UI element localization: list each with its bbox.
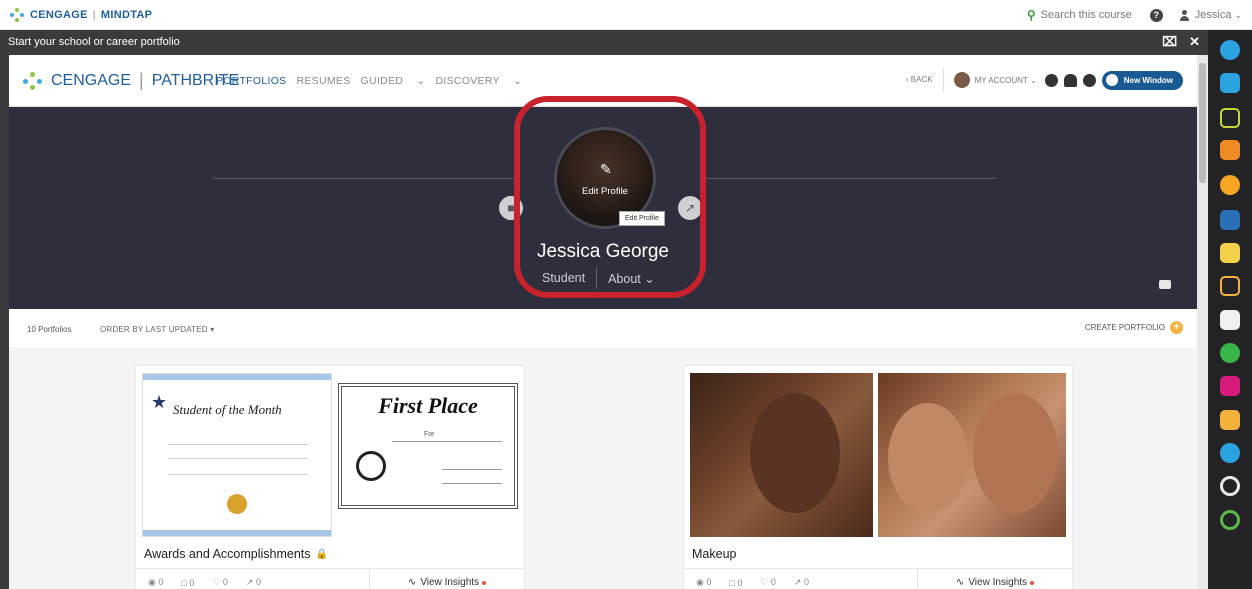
certificate-title: Student of the Month [173, 402, 282, 417]
comments-icon: □ 0 [181, 577, 195, 588]
camera-icon[interactable] [1159, 280, 1171, 289]
new-window-button[interactable]: New Window [1101, 70, 1183, 90]
notification-dot [1030, 580, 1035, 585]
medal-icon [227, 494, 247, 514]
search-placeholder: Search this course [1040, 9, 1132, 21]
user-menu[interactable]: Jessica ⌄ [1179, 9, 1242, 21]
order-dropdown[interactable]: ORDER BY LAST UPDATED ▾ [100, 325, 214, 334]
nav-guided[interactable]: GUIDED ⌄ [361, 75, 426, 87]
certificate-for: For [424, 431, 435, 438]
divider [706, 178, 996, 179]
pencil-icon[interactable] [1220, 108, 1240, 128]
likes-icon: ♡ 0 [760, 577, 776, 587]
app-toolbar [1208, 30, 1252, 589]
makeup-photo [690, 373, 873, 537]
makeup-photo [878, 373, 1066, 537]
notification-dot [482, 580, 487, 585]
certificate-image: First Place For [338, 383, 518, 509]
views-icon: ◉ 0 [696, 577, 712, 587]
new-window-icon [1105, 74, 1118, 86]
cengage-logo-icon [10, 8, 26, 22]
flow-icon[interactable] [1220, 276, 1240, 296]
help-icon[interactable]: ? [1149, 8, 1163, 22]
highlight-annotation [514, 96, 706, 298]
portfolio-toolbar: 10 Portfolios ORDER BY LAST UPDATED ▾ CR… [9, 309, 1197, 349]
nav-portfolios[interactable]: PORTFOLIOS [216, 75, 287, 87]
plus-icon: + [1170, 321, 1183, 334]
bell-icon[interactable] [1063, 73, 1077, 87]
view-insights-button[interactable]: ∿ View Insights [370, 569, 524, 589]
comments-icon: □ 0 [729, 577, 743, 588]
lock-icon: 🔒 [315, 548, 328, 560]
portfolio-card[interactable]: Makeup ◉ 0 □ 0 ♡ 0 ↗ 0 ∿ View Insights [684, 366, 1072, 589]
book-icon[interactable] [1220, 210, 1240, 230]
cengage-logo-icon [23, 71, 45, 90]
nav-resumes[interactable]: RESUMES [297, 75, 351, 87]
mindtap-header: CENGAGE | MINDTAP ⚲ Search this course ?… [0, 0, 1252, 30]
star-icon: ★ [151, 392, 168, 412]
chevron-down-icon: ⌄ [1234, 9, 1242, 20]
user-icon [1179, 9, 1190, 21]
window-title: Start your school or career portfolio [8, 36, 180, 48]
portfolio-thumbnail [690, 373, 1066, 537]
likes-icon: ♡ 0 [212, 577, 228, 587]
view-insights-button[interactable]: ∿ View Insights [918, 569, 1072, 589]
portfolio-title: Makeup [692, 547, 737, 561]
refresh-icon[interactable] [1220, 175, 1240, 195]
insights-icon: ∿ [955, 577, 965, 588]
pathbrite-brand: CENGAGE [51, 71, 132, 89]
user-name: Jessica [1194, 9, 1232, 21]
s-app-icon[interactable] [1220, 343, 1240, 363]
a-z-icon[interactable] [1220, 410, 1240, 430]
views-icon: ◉ 0 [148, 577, 164, 587]
q-icon[interactable] [1220, 476, 1240, 496]
portfolio-thumbnail: ★ Student of the Month First Place For [142, 373, 518, 537]
portfolio-title: Awards and Accomplishments [144, 547, 311, 561]
briefcase-icon[interactable] [1220, 73, 1240, 93]
certificate-image: ★ Student of the Month [142, 373, 332, 537]
course-search[interactable]: ⚲ Search this course [1027, 8, 1132, 22]
shares-icon: ↗ 0 [793, 577, 809, 587]
create-portfolio-button[interactable]: CREATE PORTFOLIO + [1085, 321, 1183, 334]
trophy-icon [356, 451, 386, 481]
cengage-icon[interactable] [1220, 40, 1240, 60]
refresh-icon[interactable] [1044, 73, 1058, 87]
pathbrite-logo[interactable]: CENGAGE | PATHBRITE [23, 70, 239, 91]
shares-icon: ↗ 0 [245, 577, 261, 587]
divider [213, 178, 513, 179]
insights-icon: ∿ [407, 577, 417, 588]
close-icon[interactable]: ✕ [1189, 34, 1200, 50]
portfolio-card[interactable]: ★ Student of the Month First Place For A… [136, 366, 524, 589]
o-app-icon[interactable] [1220, 510, 1240, 530]
avatar [953, 72, 970, 88]
mindtap-brand: CENGAGE [30, 9, 88, 21]
back-button[interactable]: ‹ BACK [906, 69, 944, 91]
mindtap-logo[interactable]: CENGAGE | MINDTAP [10, 8, 152, 22]
search-icon: ⚲ [1026, 8, 1036, 22]
expand-icon[interactable]: ⌧ [1162, 34, 1177, 50]
help-icon[interactable] [1082, 73, 1096, 87]
monitor-icon[interactable] [1220, 376, 1240, 396]
nav-discovery[interactable]: DISCOVERY ⌄ [436, 75, 523, 87]
pathbrite-frame: CENGAGE | PATHBRITE PORTFOLIOS RESUMES G… [9, 55, 1197, 589]
chart-icon[interactable] [1220, 443, 1240, 463]
rss-icon[interactable] [1220, 140, 1240, 160]
scrollbar[interactable] [1197, 55, 1208, 589]
portfolio-count: 10 Portfolios [27, 325, 72, 334]
note-icon[interactable] [1220, 243, 1240, 263]
certificate-title: First Place [378, 393, 478, 418]
chat-icon[interactable] [1220, 310, 1240, 330]
my-account-menu[interactable]: MY ACCOUNT ⌄ [953, 72, 1037, 88]
mindtap-product: MINDTAP [100, 9, 153, 21]
